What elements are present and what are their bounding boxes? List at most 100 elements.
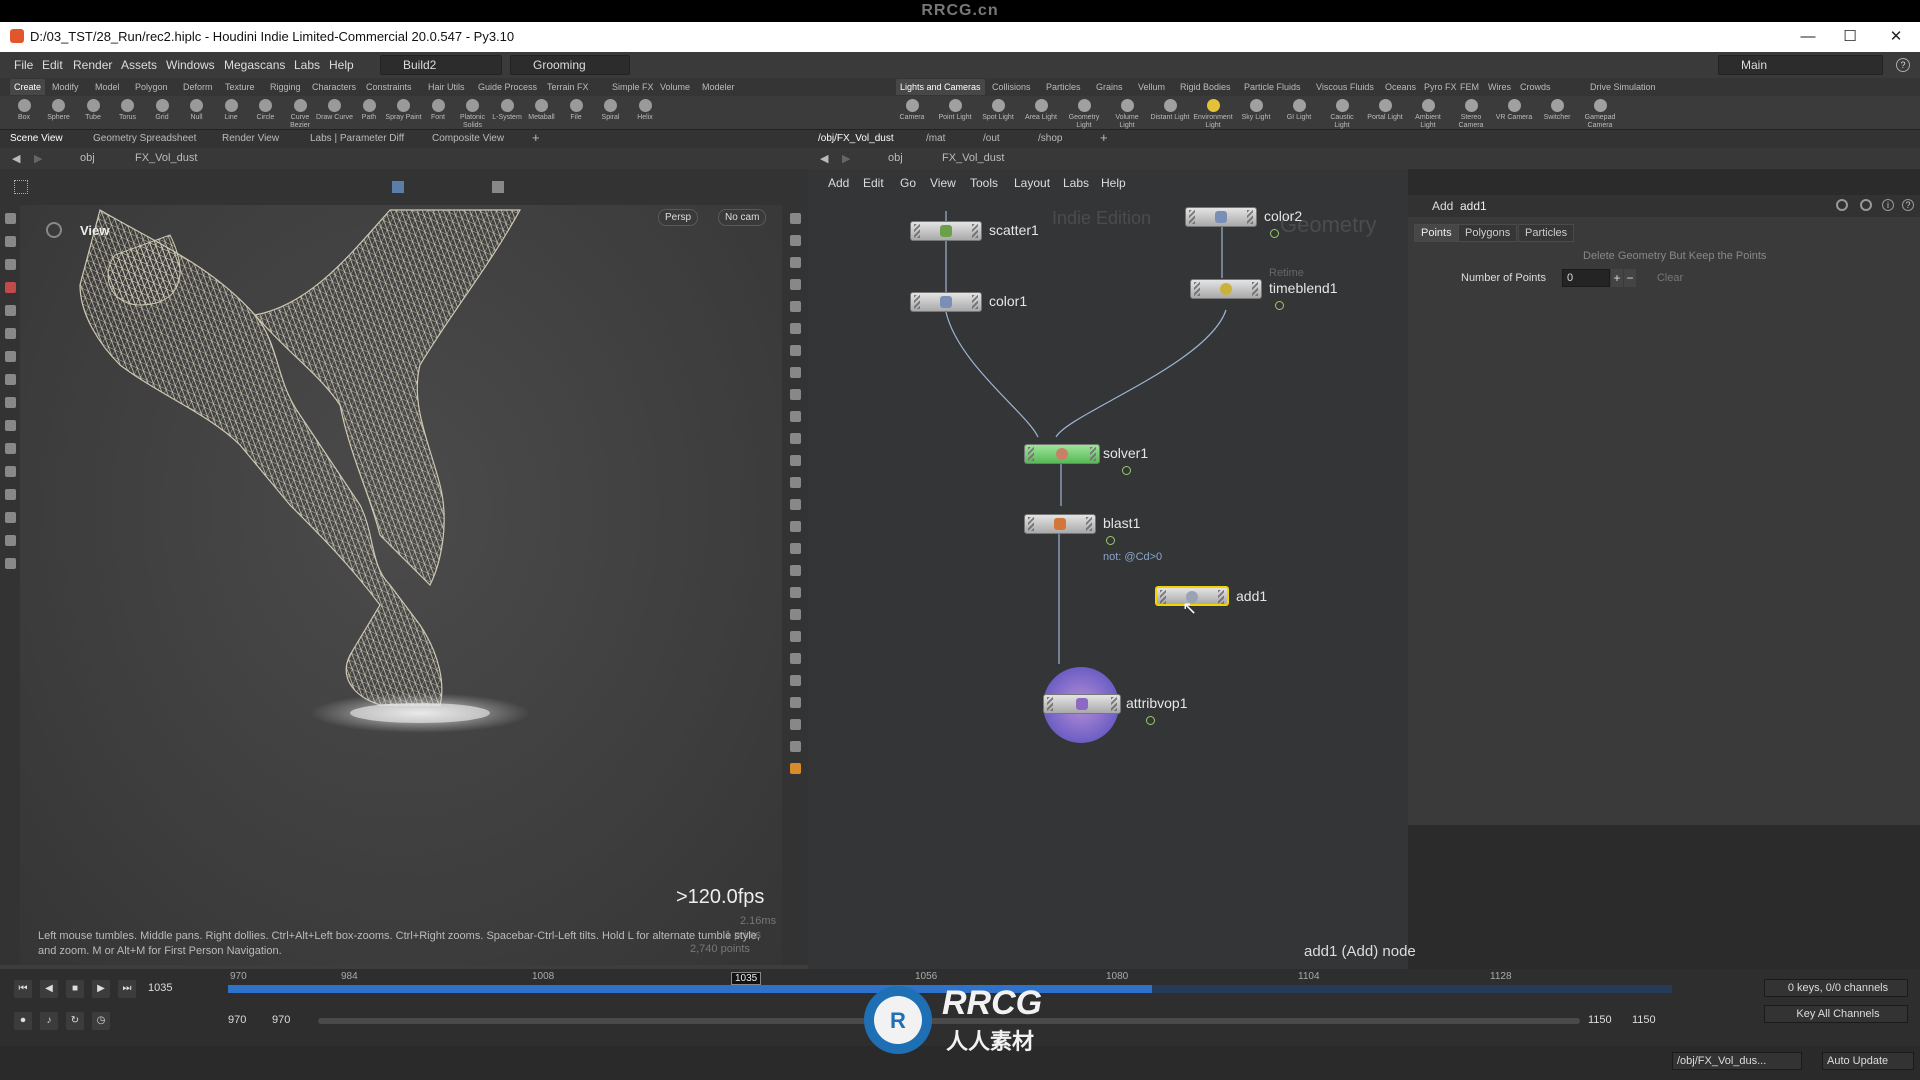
start-frame-field-2[interactable]: 970	[268, 1012, 308, 1030]
display-option-icon[interactable]	[790, 763, 801, 774]
tab-particles[interactable]: Particles	[1518, 224, 1575, 242]
node-blast1[interactable]	[1024, 514, 1096, 534]
camera-icon[interactable]	[492, 181, 504, 193]
display-option-icon[interactable]	[790, 741, 801, 752]
light-tool-icon[interactable]	[5, 512, 16, 523]
audio-icon[interactable]: ♪	[40, 1012, 58, 1030]
end-frame-field-2[interactable]: 1150	[1628, 1012, 1668, 1030]
tab-parameter-diff[interactable]: Labs | Parameter Diff	[310, 133, 404, 144]
add-tab-icon[interactable]: +	[1100, 130, 1108, 145]
current-frame-field[interactable]: 1035	[144, 980, 184, 998]
measure-tool-icon[interactable]	[5, 443, 16, 454]
menu-assets[interactable]: Assets	[121, 58, 157, 72]
camera-tool-icon[interactable]	[5, 489, 16, 500]
transform-tool-icon[interactable]	[5, 236, 16, 247]
shelf-tab-pyro-fx[interactable]: Pyro FX	[1424, 82, 1457, 92]
shelf-tab-texture[interactable]: Texture	[225, 82, 255, 92]
rotate-tool-icon[interactable]	[5, 259, 16, 270]
stop-button[interactable]: ■	[66, 980, 84, 998]
play-reverse-button[interactable]: ◀	[40, 980, 58, 998]
back-arrow-icon[interactable]: ◀	[12, 152, 20, 165]
menu-labs[interactable]: Labs	[294, 58, 320, 72]
shelf-tab-particles[interactable]: Particles	[1046, 82, 1081, 92]
shelf-tab-rigid-bodies[interactable]: Rigid Bodies	[1180, 82, 1231, 92]
tool-distant-light[interactable]: Distant Light	[1150, 98, 1190, 122]
display-option-icon[interactable]	[790, 433, 801, 444]
tool-helix[interactable]: Helix	[625, 98, 665, 122]
shelf-tab-rigging[interactable]: Rigging	[270, 82, 301, 92]
start-frame-field[interactable]: 970	[224, 1012, 264, 1030]
display-option-icon[interactable]	[790, 301, 801, 312]
tab-shop[interactable]: /shop	[1038, 133, 1062, 144]
net-menu-add[interactable]: Add	[828, 176, 849, 190]
tool-switcher[interactable]: Switcher	[1537, 98, 1577, 122]
decrement-button[interactable]: −	[1624, 269, 1636, 287]
jump-start-button[interactable]: ⏮	[14, 980, 32, 998]
tab-polygons[interactable]: Polygons	[1458, 224, 1518, 242]
path-obj[interactable]: obj	[888, 152, 903, 164]
shelf-tab-drive-simulation[interactable]: Drive Simulation	[1590, 82, 1656, 92]
realtime-toggle-icon[interactable]: ⏺	[14, 1012, 32, 1030]
search-icon[interactable]	[1860, 199, 1872, 211]
forward-arrow-icon[interactable]: ▶	[34, 152, 42, 165]
display-option-icon[interactable]	[790, 367, 801, 378]
shelf-tab-collisions[interactable]: Collisions	[992, 82, 1031, 92]
display-option-icon[interactable]	[790, 279, 801, 290]
view-tool-icon[interactable]	[5, 420, 16, 431]
tool-point-light[interactable]: Point Light	[935, 98, 975, 122]
paint-tool-icon[interactable]	[5, 374, 16, 385]
zoom-tool-icon[interactable]	[5, 558, 16, 569]
pose-tool-icon[interactable]	[5, 328, 16, 339]
net-menu-go[interactable]: Go	[900, 176, 916, 190]
shelf-tab-polygon[interactable]: Polygon	[135, 82, 168, 92]
display-option-icon[interactable]	[790, 653, 801, 664]
key-all-channels-dropdown[interactable]: Key All Channels	[1764, 1005, 1908, 1023]
jump-end-button[interactable]: ⏭	[118, 980, 136, 998]
tab-mat[interactable]: /mat	[926, 133, 945, 144]
menu-help[interactable]: Help	[329, 58, 354, 72]
net-menu-help[interactable]: Help	[1101, 176, 1126, 190]
sculpt-tool-icon[interactable]	[5, 535, 16, 546]
tool-vr-camera[interactable]: VR Camera	[1494, 98, 1534, 122]
build-dropdown[interactable]: Build2	[380, 55, 502, 75]
persp-dropdown[interactable]: Persp	[658, 209, 699, 226]
display-option-icon[interactable]	[790, 477, 801, 488]
net-menu-layout[interactable]: Layout	[1014, 176, 1050, 190]
tool-sky-light[interactable]: Sky Light	[1236, 98, 1276, 122]
path-node[interactable]: FX_Vol_dust	[942, 152, 1004, 164]
node-color2[interactable]	[1185, 207, 1257, 227]
tool-volume-light[interactable]: Volume Light	[1107, 98, 1147, 130]
tool-stereo-camera[interactable]: Stereo Camera	[1451, 98, 1491, 130]
clear-button[interactable]: Clear	[1648, 269, 1692, 287]
display-option-icon[interactable]	[790, 411, 801, 422]
gear-icon[interactable]	[1836, 199, 1848, 211]
handle-tool-icon[interactable]	[5, 305, 16, 316]
viewport-canvas[interactable]	[20, 205, 782, 965]
loop-icon[interactable]: ↻	[66, 1012, 84, 1030]
tool-portal-light[interactable]: Portal Light	[1365, 98, 1405, 122]
select-tool-icon[interactable]	[5, 213, 16, 224]
display-option-icon[interactable]	[790, 521, 801, 532]
tool-environment-light[interactable]: Environment Light	[1193, 98, 1233, 130]
display-option-icon[interactable]	[790, 345, 801, 356]
display-option-icon[interactable]	[790, 499, 801, 510]
forward-arrow-icon[interactable]: ▶	[842, 152, 850, 165]
display-option-icon[interactable]	[790, 455, 801, 466]
display-option-icon[interactable]	[790, 323, 801, 334]
shelf-tab-fem[interactable]: FEM	[1460, 82, 1479, 92]
display-option-icon[interactable]	[790, 235, 801, 246]
menu-file[interactable]: File	[14, 58, 33, 72]
tool-gi-light[interactable]: GI Light	[1279, 98, 1319, 122]
tool-area-light[interactable]: Area Light	[1021, 98, 1061, 122]
shelf-tab-crowds[interactable]: Crowds	[1520, 82, 1551, 92]
shelf-tab-guide-process[interactable]: Guide Process	[478, 82, 537, 92]
display-option-icon[interactable]	[790, 697, 801, 708]
tab-scene-view[interactable]: Scene View	[10, 133, 63, 144]
shelf-tab-hair-utils[interactable]: Hair Utils	[428, 82, 465, 92]
net-menu-tools[interactable]: Tools	[970, 176, 998, 190]
increment-button[interactable]: +	[1611, 269, 1623, 287]
display-option-icon[interactable]	[790, 609, 801, 620]
number-of-points-field[interactable]: 0	[1562, 269, 1610, 287]
path-obj[interactable]: obj	[80, 152, 95, 164]
display-toggle-icon[interactable]	[392, 181, 404, 193]
